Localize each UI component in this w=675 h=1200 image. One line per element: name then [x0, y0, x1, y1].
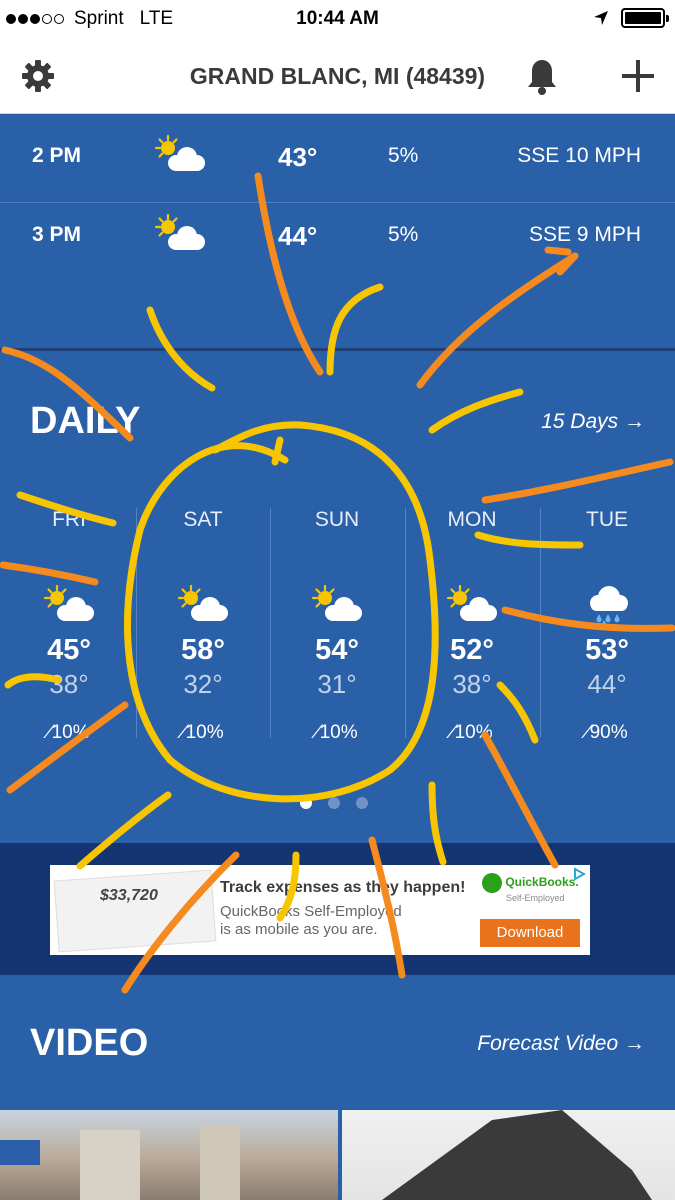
day-name: SAT — [183, 508, 223, 531]
day-low-temp: 38° — [452, 669, 492, 699]
day-low-temp: 31° — [317, 669, 357, 699]
quickbooks-logo-icon — [482, 873, 502, 893]
day-precip: ⁄90% — [540, 722, 674, 744]
video-thumbnail[interactable] — [342, 1110, 675, 1200]
day-precip-value: 10% — [185, 722, 224, 743]
forecast-video-link[interactable]: Forecast Video → — [477, 1032, 645, 1056]
hour-precip: 5% — [388, 144, 419, 167]
hourly-row: 3 PM 44° 5% SSE 9 MPH — [0, 203, 675, 283]
hour-temp: 43° — [278, 142, 318, 172]
page-dot[interactable] — [328, 797, 340, 809]
fifteen-days-label: 15 Days — [541, 410, 619, 433]
add-location-icon[interactable] — [620, 58, 656, 94]
day-high-temp: 52° — [450, 634, 494, 666]
day-precip: ⁄10% — [136, 722, 270, 744]
partly-sunny-icon — [150, 213, 210, 253]
day-forecast-card[interactable]: TUE 53° 44° ⁄90% — [540, 505, 674, 750]
day-low-temp: 38° — [49, 669, 89, 699]
video-section-title: VIDEO — [30, 1022, 149, 1064]
ad-brand: QuickBooks. — [505, 875, 579, 890]
status-bar: Sprint LTE 10:44 AM — [0, 0, 675, 40]
quickbooks-ad[interactable]: $33,720 Track expenses as they happen! Q… — [50, 865, 590, 955]
day-name: MON — [447, 508, 497, 531]
download-button[interactable]: Download — [480, 919, 580, 947]
partly-sunny-icon — [39, 584, 99, 624]
partly-sunny-icon — [173, 584, 233, 624]
battery-icon — [621, 8, 669, 28]
clock: 10:44 AM — [296, 8, 379, 29]
ad-amount: $33,720 — [100, 887, 158, 904]
hour-wind: SSE 10 MPH — [517, 144, 641, 167]
day-precip-value: 10% — [454, 722, 493, 743]
day-precip: ⁄10% — [2, 722, 136, 744]
day-high-temp: 45° — [47, 634, 91, 666]
ad-line-2: QuickBooks Self-Employed — [220, 903, 402, 920]
day-low-temp: 44° — [587, 669, 627, 699]
status-right — [593, 8, 669, 28]
adchoices-icon[interactable] — [572, 867, 586, 881]
ad-banner-area: $33,720 Track expenses as they happen! Q… — [0, 843, 675, 975]
app-header: GRAND BLANC, MI (48439) — [0, 40, 675, 114]
quickbooks-logo: QuickBooks. Self-Employed — [482, 873, 582, 903]
forecast-video-label: Forecast Video — [477, 1032, 619, 1055]
day-name: TUE — [586, 508, 628, 531]
day-precip-value: 10% — [51, 722, 90, 743]
day-name: SUN — [314, 508, 360, 531]
ad-headline: Track expenses as they happen! — [220, 879, 466, 896]
day-precip-value: 90% — [589, 722, 628, 743]
page-dot[interactable] — [300, 797, 312, 809]
hour-temp: 44° — [278, 221, 318, 251]
arrow-right-icon: → — [624, 1032, 645, 1055]
page-indicator[interactable] — [300, 797, 368, 809]
day-name: FRI — [52, 508, 86, 531]
day-precip-value: 10% — [319, 722, 358, 743]
location-arrow-icon — [594, 11, 608, 25]
partly-sunny-icon — [150, 134, 210, 174]
fifteen-days-link[interactable]: 15 Days → — [541, 410, 645, 434]
ad-line-3: is as mobile as you are. — [220, 921, 378, 938]
location-title[interactable]: GRAND BLANC, MI (48439) — [0, 63, 675, 90]
hour-time: 3 PM — [32, 223, 82, 246]
daily-section-title: DAILY — [30, 400, 141, 442]
bell-icon[interactable] — [526, 58, 558, 96]
receipt-image — [53, 869, 217, 953]
page-dot[interactable] — [356, 797, 368, 809]
partly-sunny-icon — [442, 584, 502, 624]
section-divider — [0, 348, 675, 351]
day-high-temp: 53° — [585, 634, 629, 666]
video-thumbnail[interactable] — [0, 1110, 338, 1200]
day-forecast-card[interactable]: SAT 58° 32° ⁄10% — [136, 505, 270, 750]
day-low-temp: 32° — [183, 669, 223, 699]
day-forecast-card[interactable]: FRI 45° 38° ⁄10% — [2, 505, 136, 750]
hourly-row: 2 PM 43° 5% SSE 10 MPH — [0, 124, 675, 204]
day-high-temp: 58° — [181, 634, 225, 666]
day-precip: ⁄10% — [270, 722, 404, 744]
day-high-temp: 54° — [315, 634, 359, 666]
day-forecast-card[interactable]: MON 52° 38° ⁄10% — [405, 505, 539, 750]
day-forecast-card[interactable]: SUN 54° 31° ⁄10% — [270, 505, 404, 750]
hour-time: 2 PM — [32, 144, 82, 167]
ad-brand-sub: Self-Employed — [506, 893, 565, 903]
day-precip: ⁄10% — [405, 722, 539, 744]
arrow-right-icon: → — [624, 410, 645, 433]
hour-precip: 5% — [388, 223, 419, 246]
rain-cloud-icon — [577, 584, 637, 624]
hour-wind: SSE 9 MPH — [528, 223, 641, 246]
partly-sunny-icon — [307, 584, 367, 624]
